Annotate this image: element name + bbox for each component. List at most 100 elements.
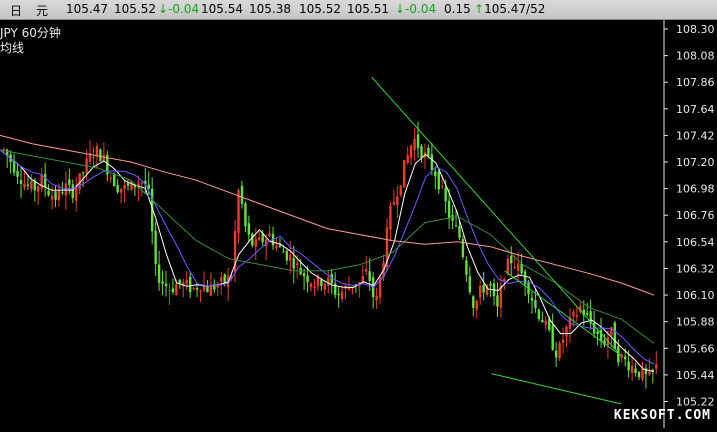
- candle-body: [634, 368, 637, 373]
- candle-body: [530, 297, 534, 301]
- candle-body: [623, 356, 627, 360]
- ma-long-line: [0, 149, 655, 344]
- candle-body: [113, 174, 116, 187]
- y-tick-label: 107.42: [676, 129, 715, 142]
- candle-body: [513, 267, 516, 269]
- label-yuan: 元: [36, 4, 49, 18]
- candle-body: [337, 293, 340, 296]
- candle-body: [102, 154, 106, 161]
- candle-body: [258, 237, 261, 240]
- candle-body: [254, 239, 257, 247]
- y-tick-label: 105.44: [676, 369, 715, 382]
- candle-body: [558, 343, 561, 359]
- candle-body: [81, 172, 85, 174]
- candle-body: [68, 179, 71, 185]
- candle-body: [496, 295, 499, 307]
- y-tick-label: 107.64: [676, 103, 715, 116]
- candle-body: [168, 289, 171, 291]
- candle-body: [503, 278, 506, 281]
- candle-body: [109, 177, 112, 179]
- candle-body: [195, 288, 199, 290]
- label-day: 日: [10, 4, 23, 18]
- value-7: 0.15: [444, 2, 471, 16]
- candle-body: [302, 273, 306, 277]
- candle-body: [510, 255, 513, 264]
- candle-body: [16, 170, 19, 177]
- candle-body: [599, 329, 603, 342]
- value-4: 105.38: [249, 2, 291, 16]
- price-chart[interactable]: 108.30 108.08 107.86 107.64 107.42 107.20 106.…: [0, 20, 717, 428]
- candle-body: [655, 364, 658, 369]
- candle-body: [403, 160, 406, 188]
- candle-body: [613, 322, 617, 350]
- candle-body: [92, 156, 95, 158]
- candle-body: [375, 295, 378, 301]
- y-tick-label: 106.98: [676, 183, 715, 196]
- candle-body: [323, 283, 327, 290]
- value-3: 105.54: [201, 2, 243, 16]
- chart-caption: JPY 60分钟 均线: [0, 26, 61, 56]
- y-tick-label: 105.88: [676, 316, 715, 329]
- candle-body: [75, 187, 78, 201]
- candle-body: [534, 300, 537, 308]
- candle-body: [416, 134, 420, 148]
- chart-area[interactable]: 108.30 108.08 107.86 107.64 107.42 107.20 106.…: [0, 20, 717, 428]
- candle-body: [43, 173, 47, 188]
- candle-body: [565, 326, 568, 337]
- candle-body: [537, 309, 541, 320]
- candle-body: [406, 155, 409, 163]
- candle-body: [610, 327, 613, 335]
- candle-body: [275, 245, 278, 249]
- indicator-label: 均线: [0, 41, 25, 55]
- trendline: [371, 77, 622, 356]
- candle-body: [320, 279, 323, 287]
- candle-body: [399, 185, 402, 195]
- candle-body: [430, 154, 434, 171]
- y-tick-label: 108.30: [676, 23, 715, 36]
- candle-body: [268, 233, 271, 237]
- y-tick-label: 106.54: [676, 236, 715, 249]
- candle-body: [365, 269, 368, 272]
- candle-body: [285, 250, 289, 261]
- candle-body: [637, 371, 641, 378]
- candle-body: [447, 200, 451, 219]
- value-2: 105.52: [114, 2, 156, 16]
- up-arrow-icon: ↑: [474, 2, 485, 16]
- candle-body: [551, 325, 554, 350]
- candle-body: [420, 146, 423, 158]
- candle-body: [465, 260, 468, 275]
- candle-body: [327, 277, 330, 286]
- y-tick-label: 107.20: [676, 156, 715, 169]
- candle-body: [99, 149, 102, 162]
- candle-body: [64, 183, 68, 196]
- candle-body: [157, 264, 161, 283]
- candle-body: [251, 233, 254, 246]
- candle-body: [427, 147, 430, 156]
- candle-body: [458, 225, 461, 238]
- candle-body: [627, 361, 630, 371]
- candle-body: [185, 279, 188, 285]
- candle-body: [178, 279, 182, 284]
- candle-body: [61, 192, 64, 194]
- candle-body: [126, 182, 130, 186]
- candle-body: [161, 281, 164, 284]
- candle-body: [520, 263, 523, 274]
- candle-body: [596, 331, 599, 335]
- candle-body: [523, 271, 527, 285]
- candle-body: [57, 190, 61, 201]
- candle-body: [392, 201, 396, 205]
- candle-body: [434, 171, 437, 177]
- down-arrow-icon: ↓: [158, 2, 169, 16]
- candle-body: [12, 160, 16, 173]
- candle-body: [482, 284, 485, 293]
- candle-body: [489, 283, 492, 286]
- candle-body: [389, 205, 392, 230]
- candle-body: [292, 258, 295, 269]
- candle-body: [220, 277, 223, 282]
- candle-body: [95, 146, 99, 156]
- candle-body: [648, 371, 651, 375]
- candle-body: [396, 196, 399, 206]
- candle-body: [454, 225, 458, 227]
- candle-body: [475, 300, 478, 310]
- candle-body: [544, 320, 547, 326]
